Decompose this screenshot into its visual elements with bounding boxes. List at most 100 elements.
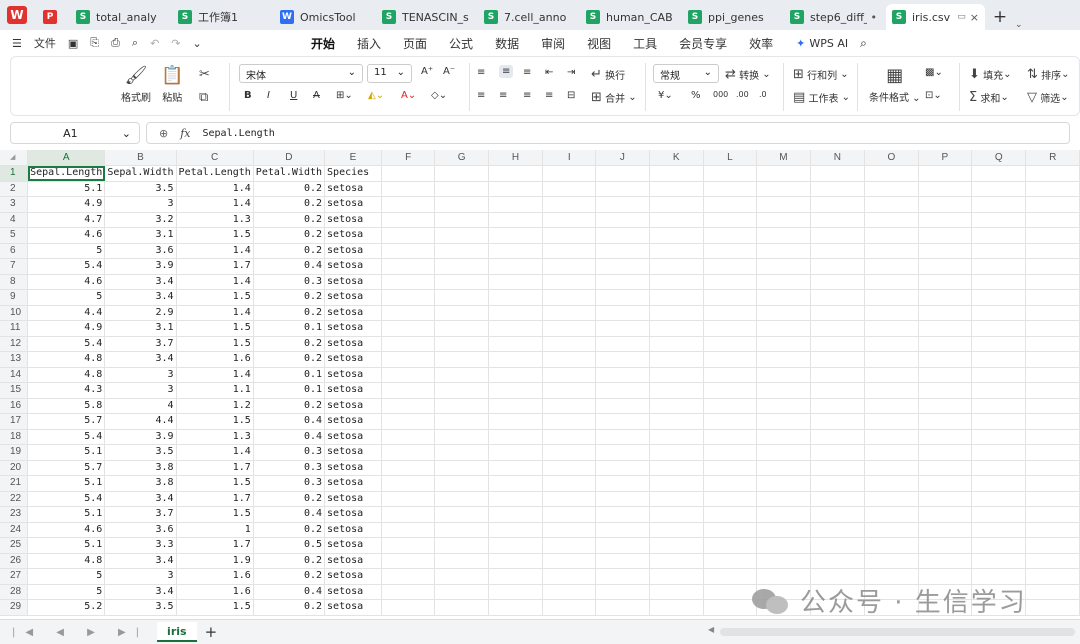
justify-icon[interactable]: ≡ xyxy=(545,90,553,101)
cell[interactable] xyxy=(756,491,811,507)
cell[interactable]: setosa xyxy=(324,599,382,616)
cell[interactable] xyxy=(649,475,704,492)
cell[interactable] xyxy=(649,522,704,538)
fill-button[interactable]: ⬇ 填充 ⌄ xyxy=(969,67,1011,82)
menu-tab-item[interactable]: 数据 xyxy=(495,35,519,52)
cell[interactable]: 1.5 xyxy=(176,320,254,337)
cell[interactable] xyxy=(381,289,436,306)
row-header[interactable]: 7 xyxy=(0,258,29,275)
cell[interactable] xyxy=(488,506,544,523)
column-header[interactable]: N xyxy=(810,150,866,166)
cell[interactable] xyxy=(381,413,436,430)
cell[interactable] xyxy=(810,243,866,259)
cell[interactable] xyxy=(542,584,597,600)
cell[interactable] xyxy=(918,212,973,228)
cell[interactable] xyxy=(542,258,597,275)
cell[interactable]: setosa xyxy=(324,181,382,197)
cell[interactable] xyxy=(864,553,919,569)
row-header[interactable]: 12 xyxy=(0,336,29,352)
cell[interactable] xyxy=(434,568,489,585)
cell[interactable] xyxy=(542,506,597,523)
strikethrough-icon[interactable]: A xyxy=(313,90,320,101)
cell[interactable] xyxy=(381,522,436,538)
cell[interactable] xyxy=(381,506,436,523)
cell[interactable] xyxy=(864,165,919,182)
cell[interactable] xyxy=(971,398,1027,414)
cell[interactable] xyxy=(971,212,1027,228)
cell[interactable] xyxy=(434,305,489,321)
cell[interactable] xyxy=(756,227,811,244)
cell[interactable]: 3.5 xyxy=(104,181,177,197)
cell[interactable]: 0.1 xyxy=(253,382,326,399)
cell[interactable] xyxy=(756,444,811,461)
cell[interactable] xyxy=(542,444,597,461)
cell[interactable] xyxy=(810,227,866,244)
cell[interactable]: 4.7 xyxy=(27,212,106,228)
indent-increase-icon[interactable]: ⇥ xyxy=(567,67,575,78)
cell[interactable] xyxy=(810,537,866,554)
cell[interactable] xyxy=(649,537,704,554)
merge-button[interactable]: ⊞ 合并 ⌄ xyxy=(591,90,637,105)
cell[interactable]: 0.2 xyxy=(253,289,326,306)
cell[interactable] xyxy=(381,444,436,461)
cell[interactable] xyxy=(381,568,436,585)
cell[interactable] xyxy=(810,196,866,213)
cell[interactable] xyxy=(918,444,973,461)
cell[interactable] xyxy=(381,398,436,414)
cell[interactable] xyxy=(542,382,597,399)
cell[interactable]: setosa xyxy=(324,212,382,228)
sheet-nav-icons[interactable]: |◀ ◀ ▶ ▶| xyxy=(12,627,149,638)
cell[interactable] xyxy=(488,212,544,228)
unsaved-dot-icon[interactable]: • xyxy=(871,11,878,24)
menu-tab-item[interactable]: 公式 xyxy=(449,35,473,52)
cell[interactable]: setosa xyxy=(324,336,382,352)
cell[interactable]: 4.9 xyxy=(27,320,106,337)
cell[interactable]: 1.5 xyxy=(176,413,254,430)
cell[interactable] xyxy=(864,460,919,476)
row-header[interactable]: 22 xyxy=(0,491,29,507)
cell[interactable] xyxy=(810,274,866,290)
cell[interactable]: 1.6 xyxy=(176,584,254,600)
cell[interactable] xyxy=(703,522,758,538)
cell[interactable]: 5.1 xyxy=(27,181,106,197)
underline-icon[interactable]: U xyxy=(290,90,297,101)
cell[interactable] xyxy=(488,599,544,616)
cell[interactable] xyxy=(381,258,436,275)
column-header[interactable]: C xyxy=(176,150,254,166)
cell[interactable]: 1.3 xyxy=(176,429,254,445)
cell[interactable] xyxy=(756,506,811,523)
column-header[interactable]: O xyxy=(864,150,919,166)
cell[interactable] xyxy=(595,584,650,600)
row-header[interactable]: 16 xyxy=(0,398,29,414)
cell[interactable] xyxy=(918,367,973,383)
cell[interactable]: 5 xyxy=(27,584,106,600)
row-header[interactable]: 19 xyxy=(0,444,29,461)
cell[interactable] xyxy=(381,336,436,352)
cell[interactable]: 3 xyxy=(104,382,177,399)
cell[interactable]: setosa xyxy=(324,305,382,321)
cell[interactable] xyxy=(381,491,436,507)
cell[interactable] xyxy=(649,429,704,445)
tab-item[interactable]: S 7.cell_anno xyxy=(478,4,577,30)
scroll-left-icon[interactable]: ◀ xyxy=(708,625,714,634)
cell[interactable]: 1.5 xyxy=(176,599,254,616)
cell[interactable] xyxy=(703,336,758,352)
cell[interactable] xyxy=(434,351,489,368)
column-header[interactable]: M xyxy=(756,150,811,166)
cell[interactable] xyxy=(864,227,919,244)
row-header[interactable]: 2 xyxy=(0,181,29,197)
restore-icon[interactable]: ▭ xyxy=(957,12,966,22)
cell[interactable] xyxy=(864,522,919,538)
cell[interactable] xyxy=(434,181,489,197)
cell[interactable] xyxy=(542,398,597,414)
cell[interactable] xyxy=(810,506,866,523)
cell[interactable] xyxy=(864,537,919,554)
cell[interactable]: 0.2 xyxy=(253,398,326,414)
cell[interactable] xyxy=(595,227,650,244)
cell[interactable]: 3.2 xyxy=(104,212,177,228)
select-all-corner[interactable]: ◢ xyxy=(0,150,29,166)
menu-tab-item[interactable]: 插入 xyxy=(357,35,381,52)
cell[interactable] xyxy=(488,553,544,569)
cell[interactable]: 4.8 xyxy=(27,351,106,368)
cell[interactable] xyxy=(1025,584,1080,600)
